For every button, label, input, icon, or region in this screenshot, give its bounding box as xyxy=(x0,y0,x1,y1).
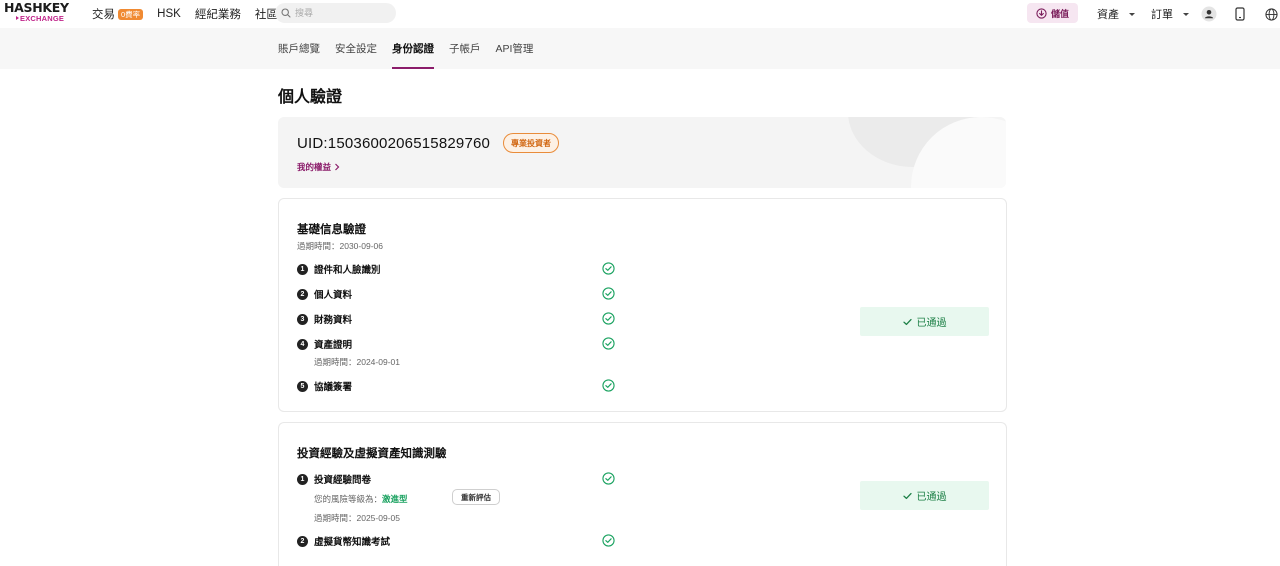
check-circle-icon xyxy=(602,287,615,300)
orders-label: 訂單 xyxy=(1151,9,1173,21)
step-label: 投資經驗問卷 xyxy=(314,475,372,486)
uid-card: UID:1503600206515829760 專業投資者 我的權益 xyxy=(278,117,1006,188)
language-button[interactable] xyxy=(1262,5,1280,23)
deposit-button[interactable]: 儲值 xyxy=(1027,3,1078,23)
check-circle-icon xyxy=(602,312,615,325)
search-box[interactable] xyxy=(275,3,396,23)
step-number: 3 xyxy=(297,313,308,325)
step-number: 2 xyxy=(297,288,308,300)
check-circle-icon xyxy=(602,472,615,485)
risk-level-value: 激進型 xyxy=(382,494,408,504)
my-rights-link[interactable]: 我的權益 xyxy=(297,161,340,173)
expiry-date: 過期時間：2030-09-06 xyxy=(297,241,383,251)
orders-menu[interactable]: 訂單 xyxy=(1151,0,1189,28)
nav-item-hsk[interactable]: HSK xyxy=(157,8,181,20)
step-number: 2 xyxy=(297,535,308,547)
step-label: 虛擬貨幣知識考試 xyxy=(314,537,391,548)
search-icon xyxy=(281,8,291,18)
step-label: 協議簽署 xyxy=(314,382,353,393)
check-circle-icon xyxy=(602,379,615,392)
check-icon xyxy=(902,492,912,499)
status-passed-badge: 已通過 xyxy=(860,307,989,336)
my-rights-label: 我的權益 xyxy=(297,162,332,172)
step-label: 資產證明 xyxy=(314,340,353,351)
card-title: 基礎信息驗證 xyxy=(297,224,366,236)
questionnaire-expiry: 過期時間：2025-09-05 xyxy=(314,513,400,523)
nav-item-label: HSK xyxy=(157,8,181,20)
step-id-face-recognition: 1 證件和人臉識別 xyxy=(297,262,381,276)
risk-level-row: 您的風險等級為：激進型 重新評估 xyxy=(314,489,500,505)
step-agreement-signing: 5 協議簽署 xyxy=(297,379,352,393)
step-asset-proof: 4 資產證明 xyxy=(297,337,352,351)
investment-knowledge-card: 投資經驗及虛擬資產知識測驗 1 投資經驗問卷 您的風險等級為：激進型 重新評估 … xyxy=(278,422,1007,566)
check-circle-icon xyxy=(602,262,615,275)
nav-item-label: 經紀業務 xyxy=(194,9,241,21)
user-icon xyxy=(1201,6,1217,22)
top-nav: HASHKEY EXCHANGE 交易 0費率 HSK 經紀業務 社區 儲值 xyxy=(0,0,1280,28)
reassess-button[interactable]: 重新評估 xyxy=(452,489,500,505)
deposit-icon xyxy=(1036,7,1047,19)
hashkey-logo[interactable]: HASHKEY EXCHANGE xyxy=(4,0,74,24)
professional-investor-badge: 專業投資者 xyxy=(503,133,559,153)
status-passed-badge: 已通過 xyxy=(860,481,989,510)
deposit-label: 儲值 xyxy=(1050,8,1069,19)
status-label: 已通過 xyxy=(916,492,947,503)
step-personal-info: 2 個人資料 xyxy=(297,287,352,301)
globe-icon xyxy=(1264,7,1278,21)
assets-menu[interactable]: 資產 xyxy=(1097,0,1135,28)
logo-bottom-text: EXCHANGE xyxy=(4,14,74,23)
step-experience-questionnaire: 1 投資經驗問卷 xyxy=(297,472,371,486)
asset-proof-expiry: 過期時間：2024-09-01 xyxy=(314,357,400,367)
account-subnav: 賬戶總覽 安全設定 身份認證 子帳戶 API管理 xyxy=(0,28,1280,69)
step-label: 個人資料 xyxy=(314,290,353,301)
risk-level-prefix: 您的風險等級為： xyxy=(314,494,383,504)
step-label: 證件和人臉識別 xyxy=(314,265,381,276)
status-label: 已通過 xyxy=(916,318,947,329)
check-circle-icon xyxy=(602,534,615,547)
uid-value: UID:1503600206515829760 xyxy=(297,135,491,152)
main-nav: 交易 0費率 HSK 經紀業務 社區 xyxy=(92,0,278,28)
zero-fee-badge: 0費率 xyxy=(118,8,144,20)
search-input[interactable] xyxy=(295,8,385,18)
card-title: 投資經驗及虛擬資產知識測驗 xyxy=(297,448,447,460)
tab-identity-verification[interactable]: 身份認證 xyxy=(392,28,434,69)
tab-sub-accounts[interactable]: 子帳戶 xyxy=(449,28,481,69)
chevron-down-icon xyxy=(1183,12,1189,16)
tab-api-management[interactable]: API管理 xyxy=(496,28,534,69)
assets-label: 資產 xyxy=(1097,9,1119,21)
step-crypto-knowledge-test: 2 虛擬貨幣知識考試 xyxy=(297,534,390,548)
chevron-down-icon xyxy=(1129,12,1135,16)
mobile-app-button[interactable] xyxy=(1231,5,1249,23)
step-financial-info: 3 財務資料 xyxy=(297,312,352,326)
basic-info-verification-card: 基礎信息驗證 過期時間：2030-09-06 1 證件和人臉識別 2 個人資料 … xyxy=(278,198,1007,412)
step-label: 財務資料 xyxy=(314,315,353,326)
check-icon xyxy=(902,318,912,325)
step-number: 1 xyxy=(297,473,308,485)
page-title: 個人驗證 xyxy=(278,89,343,106)
check-circle-icon xyxy=(602,337,615,350)
nav-item-brokerage[interactable]: 經紀業務 xyxy=(195,6,241,22)
nav-item-trade[interactable]: 交易 0費率 xyxy=(92,6,144,22)
user-avatar-button[interactable] xyxy=(1200,5,1218,23)
nav-item-label: 交易 xyxy=(92,9,115,21)
logo-top-text: HASHKEY xyxy=(4,0,69,15)
step-number: 1 xyxy=(297,263,308,275)
tab-account-overview[interactable]: 賬戶總覽 xyxy=(278,28,320,69)
step-number: 4 xyxy=(297,338,308,350)
phone-icon xyxy=(1235,7,1245,21)
tab-security-settings[interactable]: 安全設定 xyxy=(335,28,377,69)
chevron-right-icon xyxy=(335,163,340,171)
step-number: 5 xyxy=(297,380,308,392)
account-tabs: 賬戶總覽 安全設定 身份認證 子帳戶 API管理 xyxy=(278,28,533,69)
